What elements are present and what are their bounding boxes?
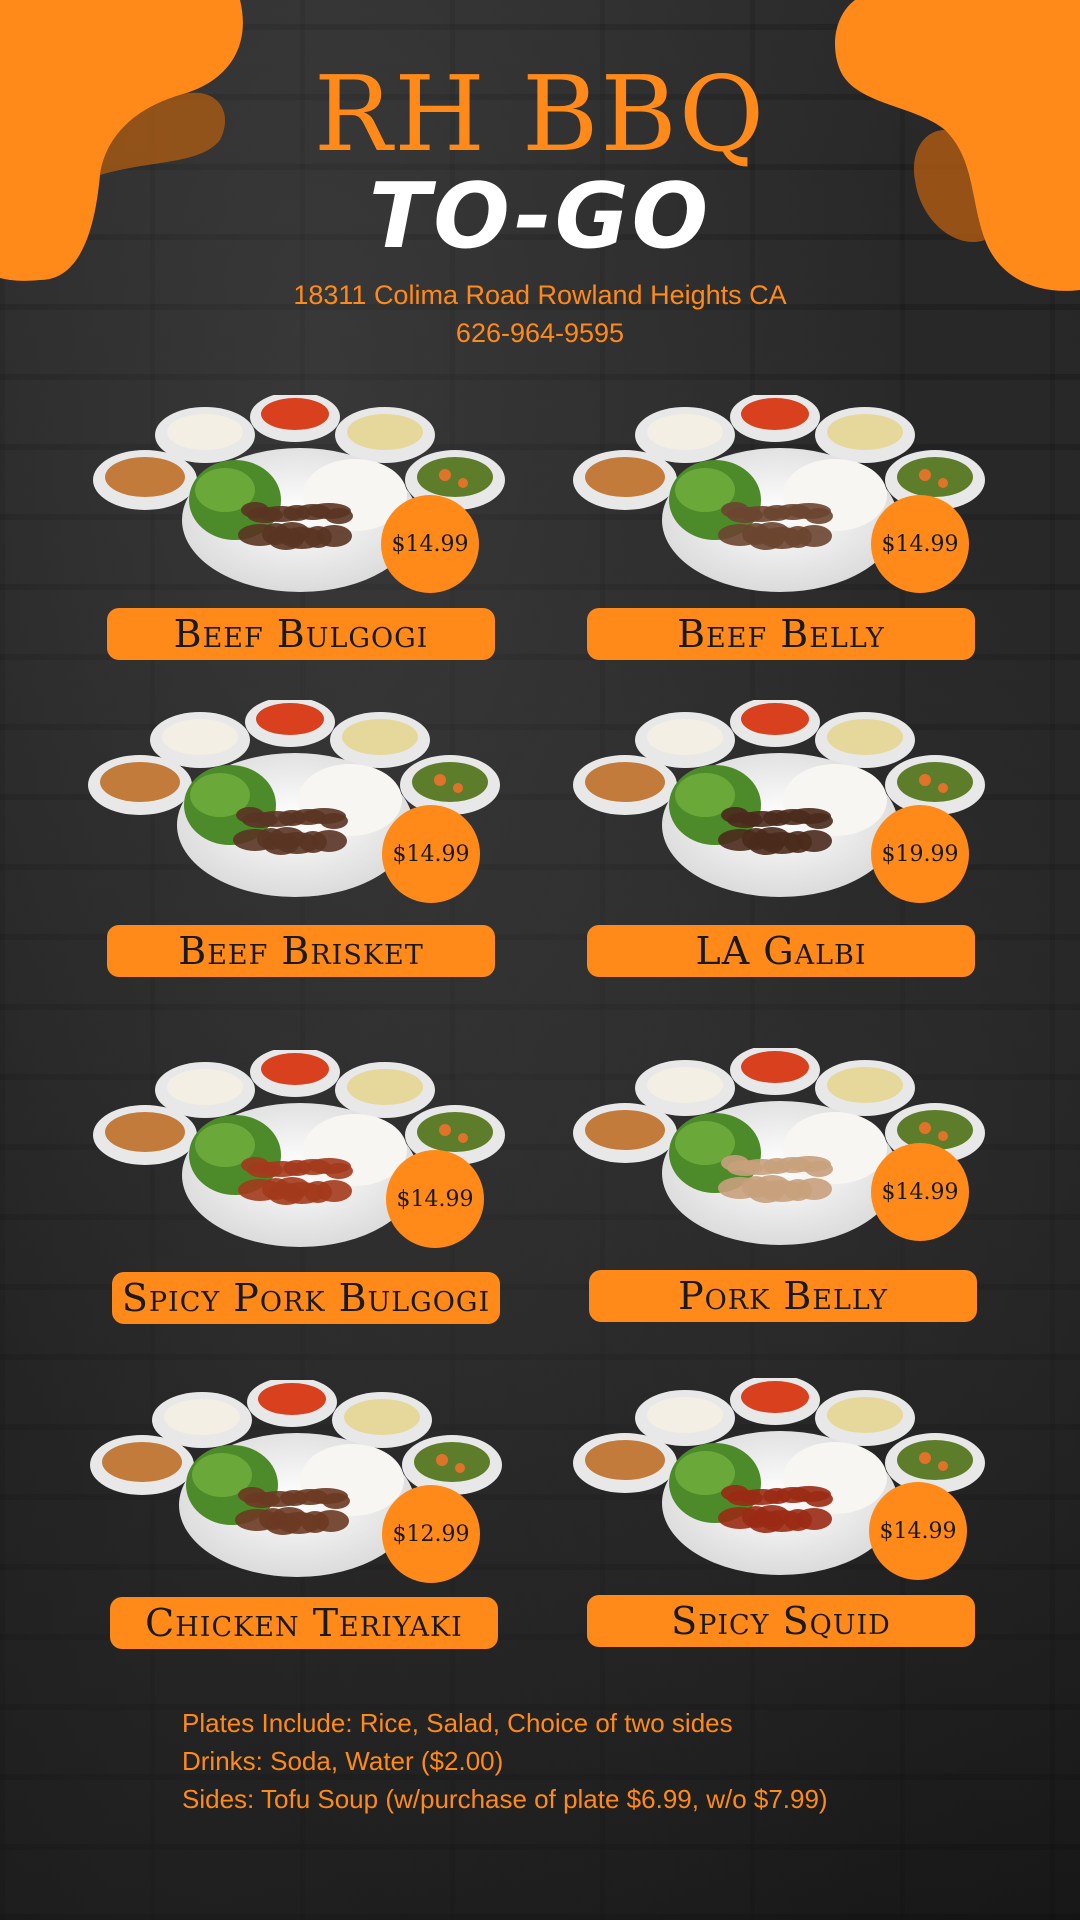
item-name-label: Spicy Pork Bulgogi	[112, 1272, 500, 1324]
plates-info: Plates Include: Rice, Salad, Choice of t…	[182, 1708, 733, 1738]
phone-number[interactable]: 626-964-9595	[0, 320, 1080, 347]
restaurant-title: RH BBQ	[313, 53, 767, 175]
item-name-label: Beef Bulgogi	[107, 608, 495, 660]
price-badge: $14.99	[871, 495, 969, 593]
item-name-label: Beef Belly	[587, 608, 975, 660]
to-go-subtitle: TO-GO	[368, 164, 712, 269]
price-badge: $14.99	[386, 1150, 484, 1248]
price-badge: $14.99	[381, 495, 479, 593]
item-name-label: Chicken Teriyaki	[110, 1597, 498, 1649]
sides-info: Sides: Tofu Soup (w/purchase of plate $6…	[182, 1784, 828, 1814]
menu-item[interactable]: $14.99 Beef Brisket	[80, 697, 550, 990]
menu-item[interactable]: $12.99 Chicken Teriyaki	[82, 1377, 552, 1670]
price-badge: $14.99	[871, 1143, 969, 1241]
price-badge: $19.99	[871, 805, 969, 903]
menu-item[interactable]: $14.99 Spicy Squid	[565, 1375, 1035, 1668]
menu-item[interactable]: $14.99 Beef Belly	[565, 392, 1035, 685]
address: 18311 Colima Road Rowland Heights CA	[293, 280, 787, 310]
menu-item[interactable]: $14.99 Beef Bulgogi	[85, 392, 555, 685]
item-name-label: LA Galbi	[587, 925, 975, 977]
price-badge: $14.99	[382, 805, 480, 903]
price-badge: $12.99	[382, 1485, 480, 1583]
price-badge: $14.99	[869, 1482, 967, 1580]
menu-item[interactable]: $19.99 LA Galbi	[565, 697, 1035, 990]
item-name-label: Pork Belly	[589, 1270, 977, 1322]
item-name-label: Spicy Squid	[587, 1595, 975, 1647]
menu-item[interactable]: $14.99 Pork Belly	[565, 1045, 1035, 1338]
item-name-label: Beef Brisket	[107, 925, 495, 977]
menu-item[interactable]: $14.99 Spicy Pork Bulgogi	[85, 1047, 555, 1340]
drinks-info: Drinks: Soda, Water ($2.00)	[182, 1746, 504, 1776]
